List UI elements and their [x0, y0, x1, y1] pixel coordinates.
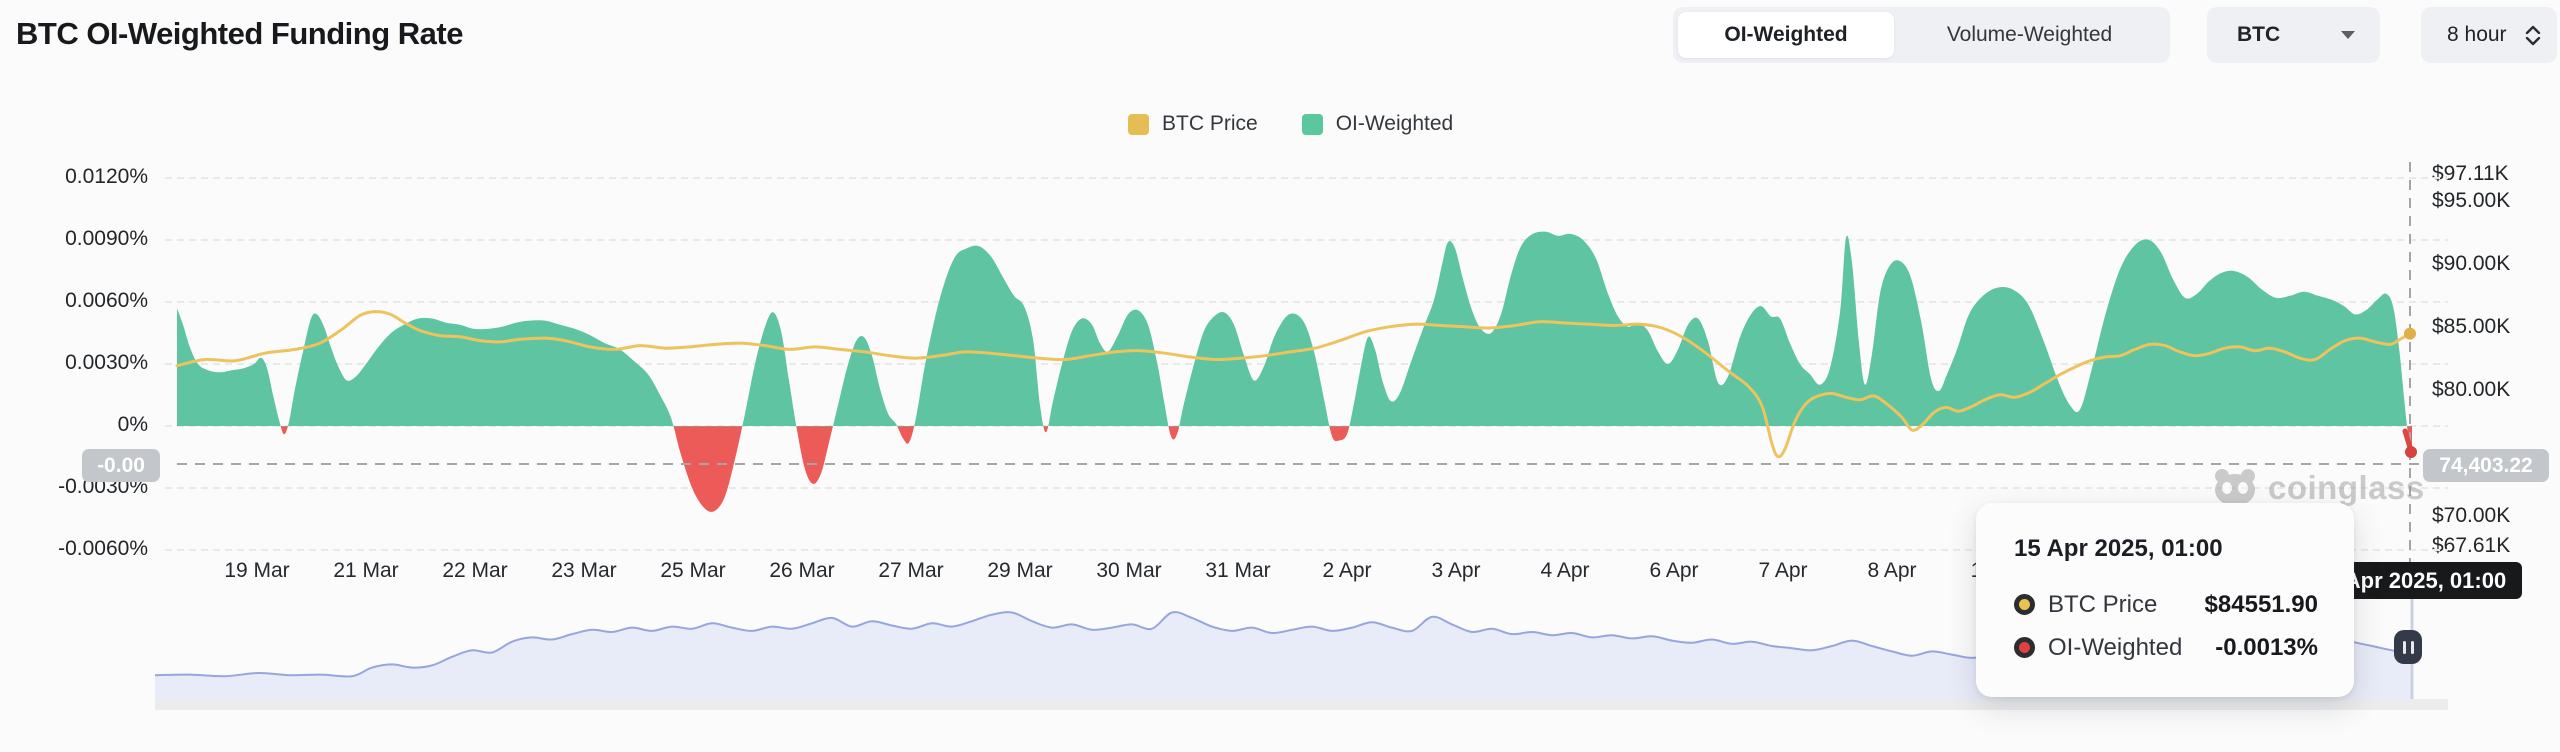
tooltip-row-value: -0.0013% [2215, 634, 2318, 662]
tooltip-row-label: BTC Price [2048, 591, 2157, 619]
btc-price-dot-icon [2014, 594, 2035, 615]
tooltip-row-label: OI-Weighted [2048, 634, 2182, 662]
tooltip-date: 15 Apr 2025, 01:00 [2014, 535, 2318, 563]
crosshair-right-value-badge: 74,403.22 [2423, 449, 2549, 482]
navigator-resize-handle[interactable] [2394, 630, 2422, 664]
pause-icon [2411, 641, 2414, 654]
pause-icon [2403, 641, 2406, 654]
crosshair-left-value-badge: -0.00 [82, 449, 160, 482]
oi-weighted-dot-icon [2014, 637, 2035, 658]
watermark-text: coinglass [2268, 469, 2425, 507]
tooltip-row-value: $84551.90 [2205, 591, 2318, 619]
panda-logo-icon [2212, 468, 2258, 508]
tooltip: 15 Apr 2025, 01:00 BTC Price $84551.90 O… [1976, 503, 2354, 697]
tooltip-row-btc-price: BTC Price $84551.90 [2014, 583, 2318, 626]
tooltip-row-oi-weighted: OI-Weighted -0.0013% [2014, 626, 2318, 669]
coinglass-watermark: coinglass [2212, 468, 2425, 508]
